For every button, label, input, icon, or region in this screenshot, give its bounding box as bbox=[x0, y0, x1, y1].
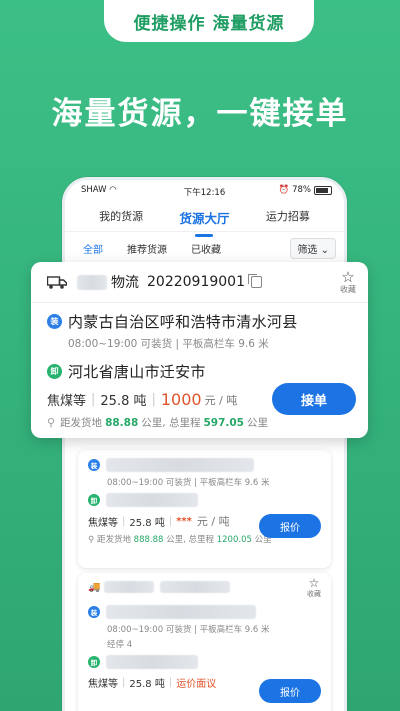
price-unit: 元 / 吨 bbox=[196, 515, 230, 528]
company-row: 物流 20220919001 bbox=[47, 272, 356, 292]
quote-button[interactable]: 报价 bbox=[259, 514, 321, 538]
via-info: 经停 4 bbox=[107, 638, 321, 650]
filter-recommended[interactable]: 推荐货源 bbox=[127, 241, 167, 256]
location-route-icon: ⚲ bbox=[47, 416, 56, 429]
load-badge: 装 bbox=[88, 606, 100, 618]
dist-unit: 公里, bbox=[141, 417, 166, 429]
banner-pill-text: 便捷操作 海量货源 bbox=[133, 13, 285, 34]
vehicle-info: 平板高栏车 9.6 米 bbox=[199, 625, 270, 635]
company-suffix: 物流 bbox=[111, 275, 139, 291]
unload-address-masked bbox=[106, 655, 198, 669]
via-count: 经停 4 bbox=[107, 640, 133, 650]
unload-address-masked bbox=[106, 493, 198, 507]
total-value: 1200.05 bbox=[216, 535, 252, 545]
tab-goods-hall[interactable]: 货源大厅 bbox=[179, 208, 229, 227]
unload-badge: 卸 bbox=[88, 494, 100, 506]
unload-line: 卸 bbox=[88, 655, 321, 669]
total-label: 总里程 bbox=[188, 535, 215, 545]
location-icon: ⚲ bbox=[88, 535, 95, 545]
goods-card[interactable]: 装 08:00~19:00 可装货 | 平板高栏车 9.6 米 卸 焦煤等 | 2… bbox=[78, 450, 331, 568]
load-info: 08:00~19:00 可装货 | 平板高栏车 9.6 米 bbox=[107, 478, 270, 488]
cargo-weight: 25.8 吨 bbox=[129, 517, 165, 529]
price-negotiable: 运价面议 bbox=[176, 679, 217, 690]
tab-bar: 我的货源 货源大厅 运力招募 bbox=[65, 200, 344, 232]
total-value: 597.05 bbox=[203, 416, 244, 429]
quote-button[interactable]: 报价 bbox=[259, 679, 321, 703]
favorite-label: 收藏 bbox=[340, 285, 356, 294]
dist-unit: 公里, bbox=[166, 535, 186, 545]
chevron-down-icon: ⌄ bbox=[317, 244, 329, 256]
unload-line: 卸 bbox=[88, 493, 321, 507]
filter-dropdown-label: 筛选 bbox=[297, 244, 318, 256]
order-id: 20220919001 bbox=[147, 274, 245, 290]
load-line: 装 内蒙古自治区呼和浩特市清水河县 bbox=[47, 311, 356, 332]
load-line: 装 bbox=[88, 605, 321, 619]
goods-card[interactable]: 🚚 ☆ 收藏 装 08:00~19:00 可装货 | 平板高栏车 9.6 米 经停… bbox=[78, 573, 331, 711]
cargo-weight: 25.8 吨 bbox=[100, 394, 147, 409]
dist-label: 距发货地 bbox=[60, 417, 103, 429]
star-icon: ☆ bbox=[341, 268, 355, 286]
headline: 海量货源，一键接单 bbox=[51, 96, 349, 132]
featured-goods-card[interactable]: 物流 20220919001 ☆ 收藏 装 内蒙古自治区呼和浩特市清水河县 08:… bbox=[31, 262, 368, 438]
accept-order-button[interactable]: 接单 bbox=[272, 383, 356, 415]
unload-line: 卸 河北省唐山市迁安市 bbox=[47, 361, 356, 382]
battery-icon bbox=[314, 185, 332, 195]
favorite-label: 收藏 bbox=[307, 590, 321, 598]
total-unit: 公里 bbox=[247, 417, 268, 429]
favorite-button[interactable]: ☆ 收藏 bbox=[340, 270, 356, 295]
company-row: 🚚 bbox=[88, 581, 321, 593]
load-line: 装 bbox=[88, 458, 321, 472]
price-unit: 元 / 吨 bbox=[204, 393, 238, 407]
tab-my-goods[interactable]: 我的货源 bbox=[99, 208, 143, 224]
truck-icon: 🚚 bbox=[88, 581, 101, 593]
price-value: 1000 bbox=[160, 390, 202, 409]
total-label: 总里程 bbox=[168, 417, 201, 429]
favorite-button[interactable]: ☆ 收藏 bbox=[307, 577, 321, 599]
truck-icon bbox=[47, 275, 67, 289]
divider bbox=[31, 302, 368, 303]
phone-mockup: SHAW ◠ 下午12:16 ⏰ 78% 我的货源 货源大厅 运力招募 全部 推荐… bbox=[62, 177, 347, 711]
star-icon: ☆ bbox=[308, 576, 320, 590]
unload-badge: 卸 bbox=[88, 656, 100, 668]
vehicle-info: 平板高栏车 9.6 米 bbox=[199, 478, 270, 488]
tab-capacity-recruit[interactable]: 运力招募 bbox=[266, 208, 310, 224]
filter-all[interactable]: 全部 bbox=[83, 241, 103, 256]
load-address: 内蒙古自治区呼和浩特市清水河县 bbox=[68, 313, 298, 331]
unload-badge: 卸 bbox=[47, 364, 62, 379]
load-time: 08:00~19:00 可装货 bbox=[107, 478, 192, 488]
status-time: 下午12:16 bbox=[183, 188, 226, 198]
dist-value: 888.88 bbox=[133, 535, 164, 545]
cargo-type: 焦煤等 bbox=[88, 517, 118, 529]
company-masked bbox=[104, 581, 155, 593]
load-info: 08:00~19:00 可装货 | 平板高栏车 9.6 米 bbox=[68, 338, 269, 350]
filter-favorited[interactable]: 已收藏 bbox=[191, 241, 221, 256]
status-bar: SHAW ◠ 下午12:16 ⏰ 78% bbox=[65, 180, 344, 200]
load-badge: 装 bbox=[88, 459, 100, 471]
dist-value: 88.88 bbox=[105, 416, 139, 429]
unload-address: 河北省唐山市迁安市 bbox=[68, 363, 206, 381]
cargo-type: 焦煤等 bbox=[88, 679, 118, 690]
price-masked: *** bbox=[176, 515, 192, 527]
load-address-masked bbox=[106, 605, 256, 619]
dist-label: 距发货地 bbox=[96, 535, 131, 545]
cargo-weight: 25.8 吨 bbox=[129, 679, 165, 690]
order-masked bbox=[160, 581, 231, 593]
load-address-masked bbox=[106, 458, 254, 472]
company-masked bbox=[77, 274, 107, 290]
load-time: 08:00~19:00 可装货 bbox=[68, 338, 173, 350]
cargo-type: 焦煤等 bbox=[47, 394, 87, 409]
load-time: 08:00~19:00 可装货 bbox=[107, 625, 192, 635]
distance-row: ⚲ 距发货地 88.88 公里, 总里程 597.05 公里 bbox=[47, 415, 356, 430]
vehicle-info: 平板高栏车 9.6 米 bbox=[182, 338, 269, 350]
copy-icon[interactable] bbox=[247, 274, 262, 288]
filter-dropdown[interactable]: 筛选 ⌄ bbox=[290, 237, 336, 259]
load-badge: 装 bbox=[47, 314, 62, 329]
load-info: 08:00~19:00 可装货 | 平板高栏车 9.6 米 bbox=[107, 625, 270, 635]
top-banner-pill: 便捷操作 海量货源 bbox=[104, 0, 314, 42]
